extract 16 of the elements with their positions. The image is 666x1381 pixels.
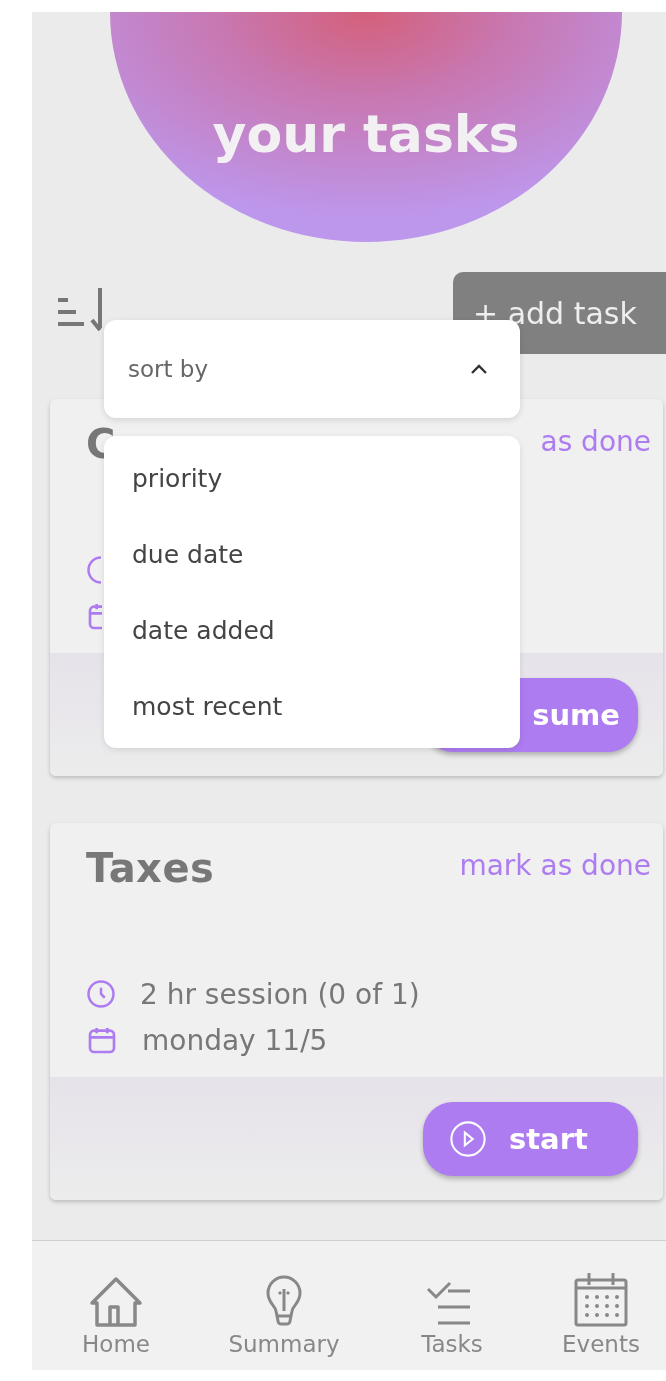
- sort-option[interactable]: due date: [104, 516, 520, 592]
- mark-as-done-link[interactable]: mark as done: [459, 849, 651, 882]
- nav-item[interactable]: Summary: [200, 1263, 368, 1357]
- nav-item[interactable]: Home: [32, 1263, 200, 1357]
- nav-item[interactable]: Events: [536, 1263, 666, 1357]
- mark-as-done-link[interactable]: as done: [540, 425, 651, 458]
- task-title: Taxes: [86, 845, 215, 891]
- due-date-text: monday 11/5: [142, 1023, 328, 1057]
- play-icon: [449, 1120, 487, 1158]
- sort-option[interactable]: priority: [104, 440, 520, 516]
- action-button[interactable]: start: [423, 1102, 638, 1176]
- sort-option[interactable]: date added: [104, 592, 520, 668]
- page-title: your tasks: [212, 104, 520, 166]
- nav-item[interactable]: Tasks: [368, 1263, 536, 1357]
- sort-label: sort by: [128, 356, 209, 382]
- session-text: 2 hr session (0 of 1): [140, 977, 420, 1011]
